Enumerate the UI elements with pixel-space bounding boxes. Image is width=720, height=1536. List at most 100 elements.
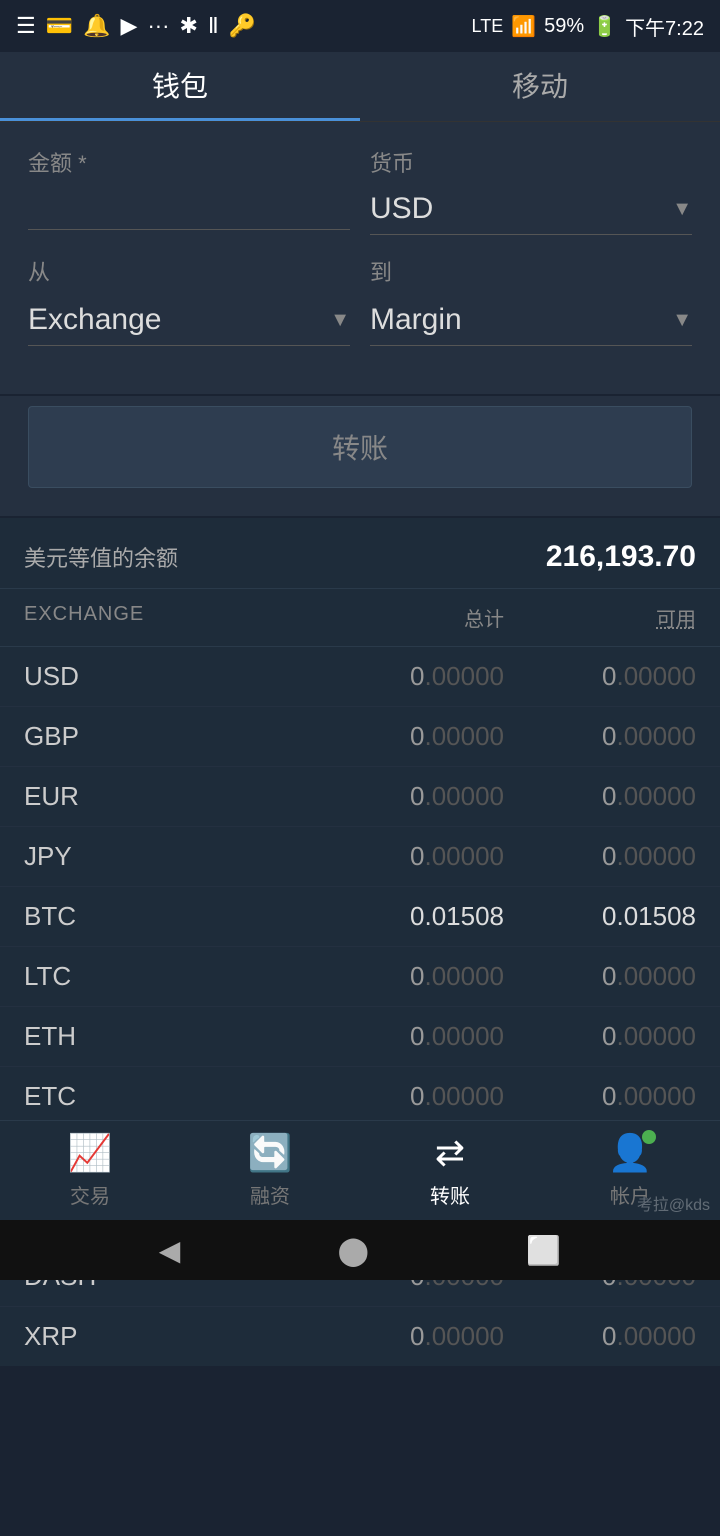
battery-icon: 🔋 [592,14,617,39]
watermark: 考拉@kds [637,1191,710,1215]
nav-label-trade: 交易 [70,1180,110,1209]
currency-total: 0.00000 [312,1081,504,1112]
currency-total: 0.00000 [312,841,504,872]
key-icon: 🔑 [229,13,256,39]
table-row: ETH0.000000.00000 [0,1007,720,1067]
status-right-info: LTE 📶 59% 🔋 下午7:22 [472,12,704,41]
back-button[interactable]: ◀ [159,1234,181,1267]
amount-label: 金额 * [28,146,350,178]
amount-group: 金额 * [28,146,350,235]
currency-value: USD [370,192,433,226]
lte-icon: LTE [472,16,504,37]
bottom-nav: 📈 交易 🔄 融资 ⇄ 转账 👤 帐户 [0,1120,720,1220]
currency-name: BTC [24,901,312,932]
currency-group: 货币 USD ▼ [370,146,692,235]
currency-available: 0.00000 [504,1081,696,1112]
nav-item-transfer[interactable]: ⇄ 转账 [360,1132,540,1209]
table-row: LTC0.000000.00000 [0,947,720,1007]
finance-icon: 🔄 [248,1132,293,1174]
currency-total: 0.00000 [312,1021,504,1052]
currency-name: GBP [24,721,312,752]
th-total: 总计 [312,603,504,632]
tab-move[interactable]: 移动 [360,52,720,121]
currency-total: 0.01508 [312,901,504,932]
from-label: 从 [28,255,350,287]
to-arrow-icon: ▼ [672,309,692,332]
tab-wallet[interactable]: 钱包 [0,52,360,121]
balance-section: 美元等值的余额 216,193.70 [0,518,720,589]
currency-select[interactable]: USD ▼ [370,184,692,235]
table-row: USD0.000000.00000 [0,647,720,707]
online-indicator [642,1130,656,1144]
currency-name: EUR [24,781,312,812]
currency-name: ETH [24,1021,312,1052]
currency-available: 0.00000 [504,1021,696,1052]
th-exchange: EXCHANGE [24,603,312,632]
currency-available: 0.00000 [504,961,696,992]
currency-total: 0.00000 [312,721,504,752]
th-available: 可用 [504,603,696,632]
account-avatar-container: 👤 [608,1132,653,1174]
currency-available: 0.01508 [504,901,696,932]
wallet-icon: 💳 [46,13,73,39]
menu-icon: ☰ [16,13,36,39]
currency-total: 0.00000 [312,781,504,812]
currency-available: 0.00000 [504,1321,696,1352]
from-arrow-icon: ▼ [330,309,350,332]
balance-label: 美元等值的余额 [24,541,178,573]
table-row: JPY0.000000.00000 [0,827,720,887]
from-select[interactable]: Exchange ▼ [28,295,350,346]
table-row: ETC0.000000.00000 [0,1067,720,1127]
play-icon: ▶ [121,13,138,39]
battery-percent: 59% [544,15,584,38]
signal-bars: 📶 [511,14,536,39]
transfer-icon: ⇄ [435,1132,465,1174]
nav-label-transfer: 转账 [430,1180,470,1209]
from-group: 从 Exchange ▼ [28,255,350,346]
currency-available: 0.00000 [504,721,696,752]
table-header: EXCHANGE 总计 可用 [0,589,720,647]
top-tab-bar: 钱包 移动 [0,52,720,122]
form-row-from-to: 从 Exchange ▼ 到 Margin ▼ [28,255,692,346]
status-bar: ☰ 💳 🔔 ▶ ··· ✱ Ⅱ 🔑 LTE 📶 59% 🔋 下午7:22 [0,0,720,52]
currency-total: 0.00000 [312,961,504,992]
currency-available: 0.00000 [504,661,696,692]
amount-input[interactable] [28,186,350,230]
trade-icon: 📈 [68,1132,113,1174]
currency-name: JPY [24,841,312,872]
currency-label: 货币 [370,146,692,178]
to-select[interactable]: Margin ▼ [370,295,692,346]
nav-label-finance: 融资 [250,1180,290,1209]
currency-total: 0.00000 [312,661,504,692]
from-value: Exchange [28,303,161,337]
table-row: BTC0.015080.01508 [0,887,720,947]
more-icon: ··· [147,13,169,39]
table-row: GBP0.000000.00000 [0,707,720,767]
form-row-amount-currency: 金额 * 货币 USD ▼ [28,146,692,235]
status-left-icons: ☰ 💳 🔔 ▶ ··· ✱ Ⅱ 🔑 [16,13,256,39]
currency-name: ETC [24,1081,312,1112]
transfer-form: 金额 * 货币 USD ▼ 从 Exchange ▼ 到 Margin ▼ [0,122,720,396]
balance-value: 216,193.70 [546,540,696,574]
currency-available: 0.00000 [504,781,696,812]
to-label: 到 [370,255,692,287]
nav-item-trade[interactable]: 📈 交易 [0,1132,180,1209]
nfc-icon: Ⅱ [208,13,219,39]
to-group: 到 Margin ▼ [370,255,692,346]
transfer-button[interactable]: 转账 [28,406,692,488]
bluetooth-icon: ✱ [179,13,197,39]
currency-name: USD [24,661,312,692]
nav-item-finance[interactable]: 🔄 融资 [180,1132,360,1209]
currency-available: 0.00000 [504,841,696,872]
system-nav-bar: ◀ ⬤ ⬜ [0,1220,720,1280]
time-display: 下午7:22 [625,12,704,41]
currency-arrow-icon: ▼ [672,198,692,221]
table-row: EUR0.000000.00000 [0,767,720,827]
bell-icon: 🔔 [83,13,110,39]
recent-button[interactable]: ⬜ [526,1234,561,1267]
currency-name: XRP [24,1321,312,1352]
home-button[interactable]: ⬤ [338,1234,369,1267]
currency-name: LTC [24,961,312,992]
to-value: Margin [370,303,462,337]
transfer-button-area: 转账 [0,396,720,518]
